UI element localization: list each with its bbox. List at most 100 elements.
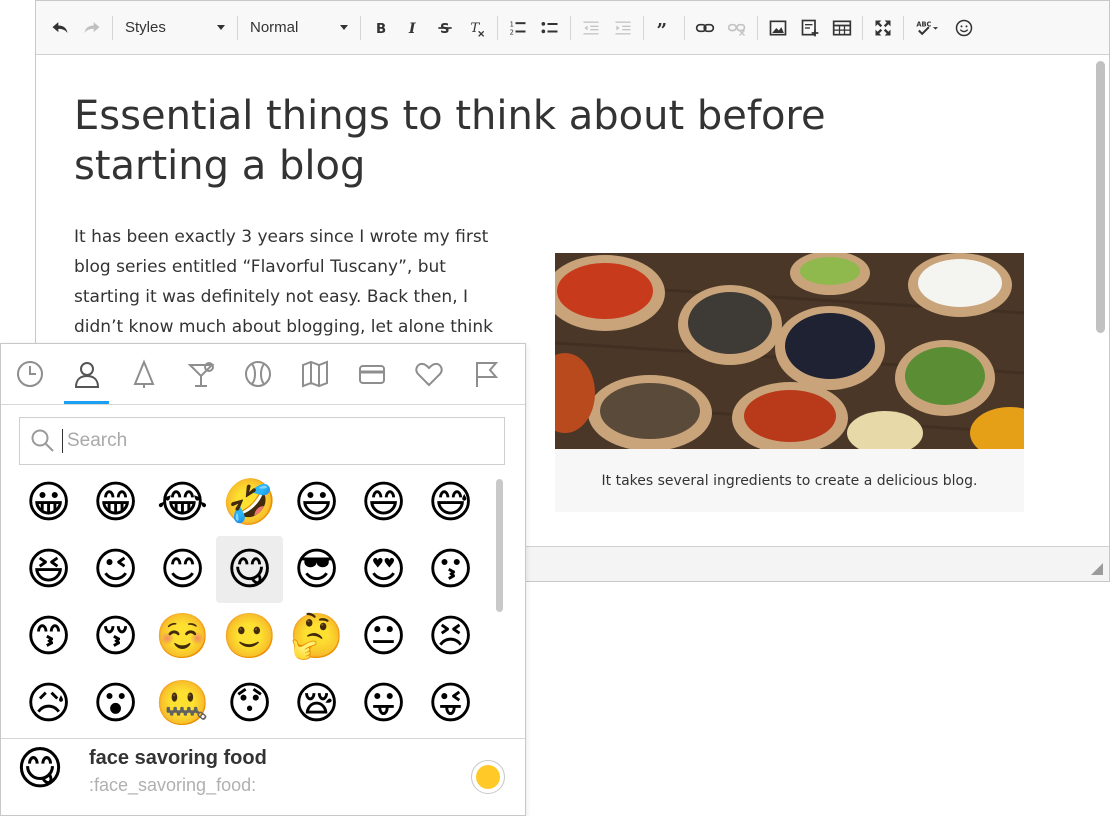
bold-icon[interactable]: B bbox=[365, 12, 397, 44]
bulleted-list-icon[interactable] bbox=[534, 12, 566, 44]
emoji-button[interactable]: 😗 bbox=[417, 536, 484, 603]
nature-icon[interactable] bbox=[115, 344, 172, 404]
preview-emoji: 😋 bbox=[16, 741, 64, 795]
figure-caption: It takes several ingredients to create a… bbox=[601, 473, 978, 489]
article-title: Essential things to think about before s… bbox=[74, 93, 826, 189]
svg-text:S: S bbox=[440, 22, 450, 37]
embed-icon[interactable] bbox=[794, 12, 826, 44]
emoji-search-input[interactable] bbox=[62, 429, 469, 453]
travel-icon[interactable] bbox=[286, 344, 343, 404]
emoji-preview: 😋 face savoring food :face_savoring_food… bbox=[1, 738, 525, 815]
decrease-indent-icon[interactable] bbox=[575, 12, 607, 44]
emoji-button[interactable]: 😃 bbox=[283, 469, 350, 536]
undo-icon[interactable] bbox=[44, 12, 76, 44]
toolbar-separator bbox=[862, 15, 863, 40]
emoji-panel: 😀😁😂🤣😃😄😅😆😉😊😋😎😍😗😙😚☺️🙂🤔😐😣😥😮🤐😯😪😛😜 😋 face sav… bbox=[0, 343, 526, 816]
numbered-list-icon[interactable]: 12 bbox=[502, 12, 534, 44]
skin-tone-button[interactable] bbox=[471, 760, 505, 794]
svg-text:B: B bbox=[376, 22, 386, 37]
emoji-button[interactable]: 😐 bbox=[350, 603, 417, 670]
emoji-button[interactable]: 😎 bbox=[283, 536, 350, 603]
food-drink-icon[interactable] bbox=[172, 344, 229, 404]
emoji-search-field[interactable] bbox=[19, 417, 505, 465]
emoji-button[interactable]: 😀 bbox=[15, 469, 82, 536]
activity-icon[interactable] bbox=[229, 344, 286, 404]
emoji-button[interactable]: 😋 bbox=[216, 536, 283, 603]
article-paragraph: It has been exactly 3 years since I wrot… bbox=[74, 227, 493, 337]
emoji-button[interactable]: 😛 bbox=[350, 670, 417, 737]
toolbar-separator bbox=[757, 15, 758, 40]
toolbar-separator bbox=[360, 15, 361, 40]
remove-format-icon[interactable]: T bbox=[461, 12, 493, 44]
emoji-grid-scrollbar[interactable] bbox=[496, 479, 503, 612]
emoji-button[interactable]: 😁 bbox=[82, 469, 149, 536]
toolbar-separator bbox=[570, 15, 571, 40]
maximize-icon[interactable] bbox=[867, 12, 899, 44]
emoji-button[interactable]: 😍 bbox=[350, 536, 417, 603]
toolbar-separator bbox=[497, 15, 498, 40]
spellcheck-icon[interactable]: ABC bbox=[908, 12, 948, 44]
styles-dropdown[interactable]: Styles bbox=[117, 12, 233, 44]
spices-image[interactable] bbox=[555, 253, 1024, 449]
blockquote-icon[interactable]: ” bbox=[648, 12, 680, 44]
svg-text:T: T bbox=[470, 21, 480, 36]
emoji-button[interactable]: 😯 bbox=[216, 670, 283, 737]
emoji-button[interactable]: 😂 bbox=[149, 469, 216, 536]
redo-icon[interactable] bbox=[76, 12, 108, 44]
emoji-category-tabs bbox=[1, 344, 525, 405]
toolbar-separator bbox=[903, 15, 904, 40]
format-dropdown-label: Normal bbox=[250, 19, 299, 36]
spellcheck-label: ABC bbox=[916, 20, 931, 28]
chevron-down-icon bbox=[217, 25, 225, 30]
format-dropdown[interactable]: Normal bbox=[242, 12, 356, 44]
emoji-button[interactable]: 😄 bbox=[350, 469, 417, 536]
emoji-button[interactable]: 😅 bbox=[417, 469, 484, 536]
objects-icon[interactable] bbox=[343, 344, 400, 404]
skin-tone-swatch bbox=[476, 765, 500, 789]
increase-indent-icon[interactable] bbox=[607, 12, 639, 44]
flags-icon[interactable] bbox=[457, 344, 514, 404]
symbols-icon[interactable] bbox=[400, 344, 457, 404]
emoji-button[interactable]: 🤐 bbox=[149, 670, 216, 737]
toolbar-separator bbox=[643, 15, 644, 40]
emoji-button[interactable]: 😣 bbox=[417, 603, 484, 670]
emoji-button[interactable]: 🤣 bbox=[216, 469, 283, 536]
search-icon bbox=[31, 429, 54, 452]
emoji-button[interactable]: 😆 bbox=[15, 536, 82, 603]
recent-icon[interactable] bbox=[1, 344, 58, 404]
emoji-button[interactable]: 😙 bbox=[15, 603, 82, 670]
emoji-grid: 😀 😁 😂 🤣 😃 😄 😅 😆 😉 😊 😋 😎 😍 😗 😙 😚 ☺️ 🙂 🤔 😐 😣 😥 😮 🤐 😯 😪 😛 😜 bbox=[15, 469, 485, 737]
toolbar-separator bbox=[684, 15, 685, 40]
strikethrough-icon[interactable]: S bbox=[429, 12, 461, 44]
styles-dropdown-label: Styles bbox=[125, 19, 166, 36]
preview-emoji-name: face savoring food bbox=[89, 747, 267, 769]
emoji-button[interactable]: 😮 bbox=[82, 670, 149, 737]
emoji-button[interactable]: ☺️ bbox=[149, 603, 216, 670]
emoji-button[interactable]: 😜 bbox=[417, 670, 484, 737]
preview-emoji-shortcode: :face_savoring_food: bbox=[89, 775, 257, 795]
emoji-button[interactable]: 😥 bbox=[15, 670, 82, 737]
resize-handle-icon[interactable] bbox=[1091, 563, 1103, 575]
emoji-button[interactable]: 🤔 bbox=[283, 603, 350, 670]
svg-text:I: I bbox=[408, 21, 416, 37]
toolbar-separator bbox=[237, 15, 238, 40]
people-icon[interactable] bbox=[58, 344, 115, 404]
emoji-button[interactable]: 😉 bbox=[82, 536, 149, 603]
image-icon[interactable] bbox=[762, 12, 794, 44]
svg-text:”: ” bbox=[657, 20, 668, 38]
article-figure[interactable]: It takes several ingredients to create a… bbox=[555, 253, 1024, 512]
emoji-icon[interactable] bbox=[948, 12, 980, 44]
emoji-button[interactable]: 😪 bbox=[283, 670, 350, 737]
toolbar-separator bbox=[112, 15, 113, 40]
unlink-icon[interactable] bbox=[721, 12, 753, 44]
svg-text:2: 2 bbox=[510, 28, 514, 36]
table-icon[interactable] bbox=[826, 12, 858, 44]
editor-scrollbar[interactable] bbox=[1096, 61, 1105, 333]
link-icon[interactable] bbox=[689, 12, 721, 44]
italic-icon[interactable]: I bbox=[397, 12, 429, 44]
emoji-button[interactable]: 🙂 bbox=[216, 603, 283, 670]
emoji-button[interactable]: 😊 bbox=[149, 536, 216, 603]
chevron-down-icon bbox=[340, 25, 348, 30]
emoji-button[interactable]: 😚 bbox=[82, 603, 149, 670]
editor-toolbar: Styles Normal B I S T 12 ” ABC bbox=[36, 1, 1109, 55]
